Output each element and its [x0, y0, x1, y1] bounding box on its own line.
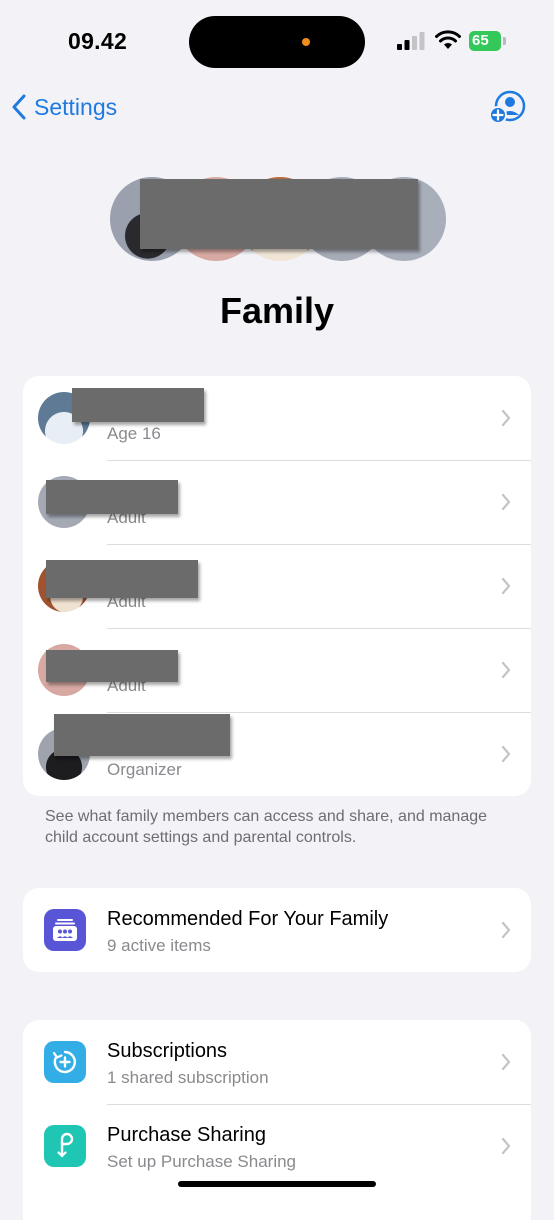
status-time: 09.42 [68, 28, 128, 54]
back-button-label: Settings [34, 93, 118, 120]
status-bar: 09.42 65 [0, 0, 554, 80]
member-row[interactable]: Organizer [23, 712, 531, 796]
recommended-title: Recommended For Your Family [107, 908, 389, 930]
recommended-card: Recommended For Your Family 9 active ite… [23, 888, 531, 972]
services-card: Subscriptions 1 shared subscription Purc… [23, 1020, 531, 1220]
chevron-right-icon [501, 1137, 511, 1155]
recommended-row[interactable]: Recommended For Your Family 9 active ite… [23, 888, 531, 972]
member-role: Age 16 [107, 424, 161, 443]
dynamic-island [189, 16, 365, 68]
chevron-left-icon [12, 94, 26, 120]
member-row[interactable]: Adult [23, 544, 531, 628]
cellular-signal-icon [397, 32, 425, 50]
chevron-right-icon [501, 1053, 511, 1071]
purchase-sharing-title: Purchase Sharing [107, 1124, 266, 1146]
back-button[interactable]: Settings [12, 90, 117, 124]
redaction-box [140, 179, 418, 249]
redaction-box [46, 480, 178, 514]
member-role: Organizer [107, 760, 182, 779]
battery-level: 65 [472, 32, 489, 49]
redaction-box [46, 560, 198, 598]
chevron-right-icon [501, 409, 511, 427]
chevron-right-icon [501, 661, 511, 679]
privacy-indicator-dot [302, 38, 310, 46]
chevron-right-icon [501, 493, 511, 511]
subscriptions-icon [44, 1041, 86, 1083]
redaction-box [72, 388, 204, 422]
chevron-right-icon [501, 745, 511, 763]
member-row[interactable]: Age 16 [23, 376, 531, 460]
recommended-subtitle: 9 active items [107, 936, 211, 955]
chevron-right-icon [501, 921, 511, 939]
add-person-icon[interactable] [488, 90, 528, 124]
family-footnote: See what family members can access and s… [45, 808, 488, 846]
subscriptions-row[interactable]: Subscriptions 1 shared subscription [23, 1020, 531, 1104]
purchase-sharing-subtitle: Set up Purchase Sharing [107, 1152, 297, 1171]
subscriptions-title: Subscriptions [107, 1040, 228, 1062]
page-title: Family [219, 290, 335, 331]
subscriptions-subtitle: 1 shared subscription [107, 1068, 269, 1087]
redaction-box [46, 650, 178, 682]
chevron-right-icon [501, 577, 511, 595]
member-row[interactable]: Adult [23, 460, 531, 544]
home-indicator [178, 1181, 376, 1187]
purchase-sharing-icon [44, 1125, 86, 1167]
family-avatars [108, 175, 448, 265]
battery-charging-icon: 65 [469, 31, 501, 51]
redaction-box [54, 714, 230, 756]
battery-cap [503, 37, 506, 45]
purchase-sharing-row[interactable]: Purchase Sharing Set up Purchase Sharing [23, 1104, 531, 1188]
family-checklist-icon [44, 909, 86, 951]
members-list: Age 16 Adult Adult Adult Organizer [23, 376, 531, 796]
wifi-icon [435, 30, 461, 49]
member-row[interactable]: Adult [23, 628, 531, 712]
